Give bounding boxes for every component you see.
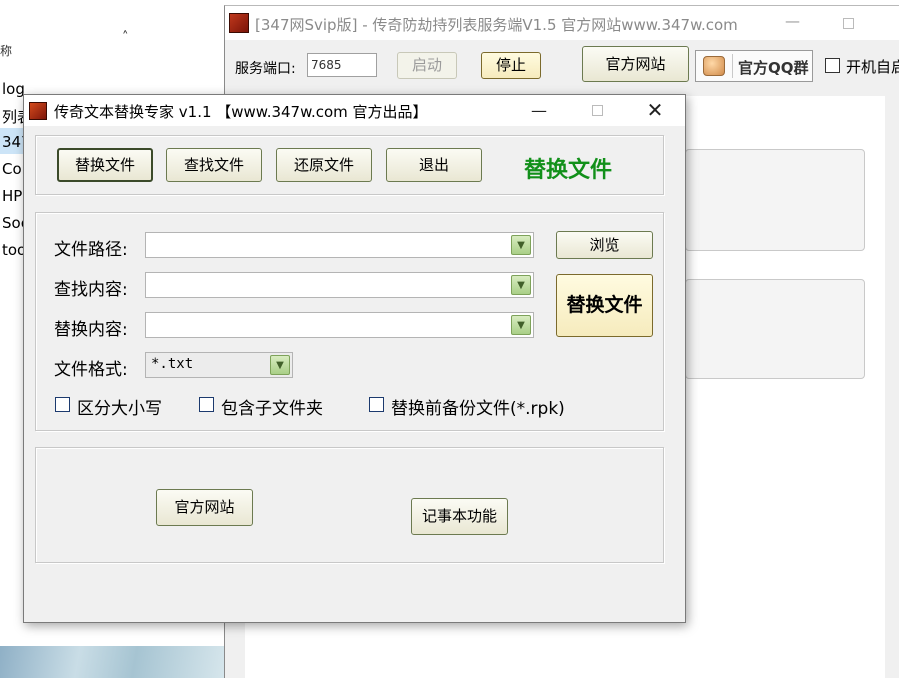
replace-file-button[interactable]: 替换文件	[556, 274, 653, 337]
chevron-down-icon[interactable]: ▼	[511, 315, 531, 335]
qq-group-label: 官方QQ群	[738, 59, 809, 77]
text-replace-dialog: 传奇文本替换专家 v1.1 【www.347w.com 官方出品】 — ✕ 替换…	[23, 94, 686, 623]
official-website-button[interactable]: 官方网站	[582, 46, 689, 82]
backup-label: 替换前备份文件(*.rpk)	[391, 399, 565, 419]
tab-replace-file[interactable]: 替换文件	[57, 148, 153, 182]
chevron-up-icon[interactable]: ˄	[122, 30, 129, 45]
minimize-icon[interactable]: —	[785, 12, 800, 30]
stop-button[interactable]: 停止	[481, 52, 541, 79]
case-sensitive-checkbox[interactable]	[55, 397, 70, 412]
format-select[interactable]: *.txt ▼	[145, 352, 293, 378]
server-window-titlebar[interactable]: [347网Svip版] - 传奇防劫持列表服务端V1.5 官方网站www.347…	[225, 6, 899, 40]
app-icon	[229, 13, 249, 33]
backup-checkbox[interactable]	[369, 397, 384, 412]
server-window-title: [347网Svip版] - 传奇防劫持列表服务端V1.5 官方网站www.347…	[255, 16, 738, 34]
dialog-title: 传奇文本替换专家 v1.1 【www.347w.com 官方出品】	[54, 103, 428, 121]
qq-group-button[interactable]: 官方QQ群	[695, 50, 813, 82]
tab-restore-file[interactable]: 还原文件	[276, 148, 372, 182]
divider	[732, 54, 733, 78]
footer-website-button[interactable]: 官方网站	[156, 489, 253, 526]
case-sensitive-label: 区分大小写	[77, 399, 162, 419]
footer-group	[35, 447, 664, 563]
close-icon[interactable]: ✕	[632, 95, 678, 126]
autostart-checkbox[interactable]	[825, 58, 840, 73]
replace-combo[interactable]: ▼	[145, 312, 534, 338]
app-icon	[29, 102, 47, 120]
autostart-label: 开机自启	[846, 58, 899, 76]
notepad-button[interactable]: 记事本功能	[411, 498, 508, 535]
maximize-icon[interactable]	[843, 18, 854, 29]
maximize-icon[interactable]	[574, 95, 620, 126]
minimize-icon[interactable]: —	[516, 95, 562, 126]
chevron-down-icon[interactable]: ▼	[270, 355, 290, 375]
path-combo[interactable]: ▼	[145, 232, 534, 258]
port-input[interactable]: 7685	[307, 53, 377, 77]
chevron-down-icon[interactable]: ▼	[511, 235, 531, 255]
start-button[interactable]: 启动	[397, 52, 457, 79]
mode-title: 替换文件	[524, 158, 613, 183]
dialog-titlebar[interactable]: 传奇文本替换专家 v1.1 【www.347w.com 官方出品】 — ✕	[24, 95, 685, 126]
include-subfolders-label: 包含子文件夹	[221, 399, 323, 419]
tab-find-file[interactable]: 查找文件	[166, 148, 262, 182]
replace-label: 替换内容:	[54, 320, 128, 340]
format-label: 文件格式:	[54, 360, 128, 380]
server-panel-top	[685, 149, 865, 251]
chevron-down-icon[interactable]: ▼	[511, 275, 531, 295]
qq-avatar-icon	[703, 56, 725, 76]
server-panel-bottom	[685, 279, 865, 379]
path-label: 文件路径:	[54, 240, 128, 260]
exit-button[interactable]: 退出	[386, 148, 482, 182]
find-combo[interactable]: ▼	[145, 272, 534, 298]
browse-button[interactable]: 浏览	[556, 231, 653, 259]
explorer-column-header[interactable]: 称	[0, 42, 12, 59]
format-value: *.txt	[151, 356, 194, 372]
port-label: 服务端口:	[235, 61, 296, 77]
explorer-item-log[interactable]: log	[2, 80, 25, 98]
desktop-wallpaper	[0, 646, 224, 678]
include-subfolders-checkbox[interactable]	[199, 397, 214, 412]
find-label: 查找内容:	[54, 280, 128, 300]
